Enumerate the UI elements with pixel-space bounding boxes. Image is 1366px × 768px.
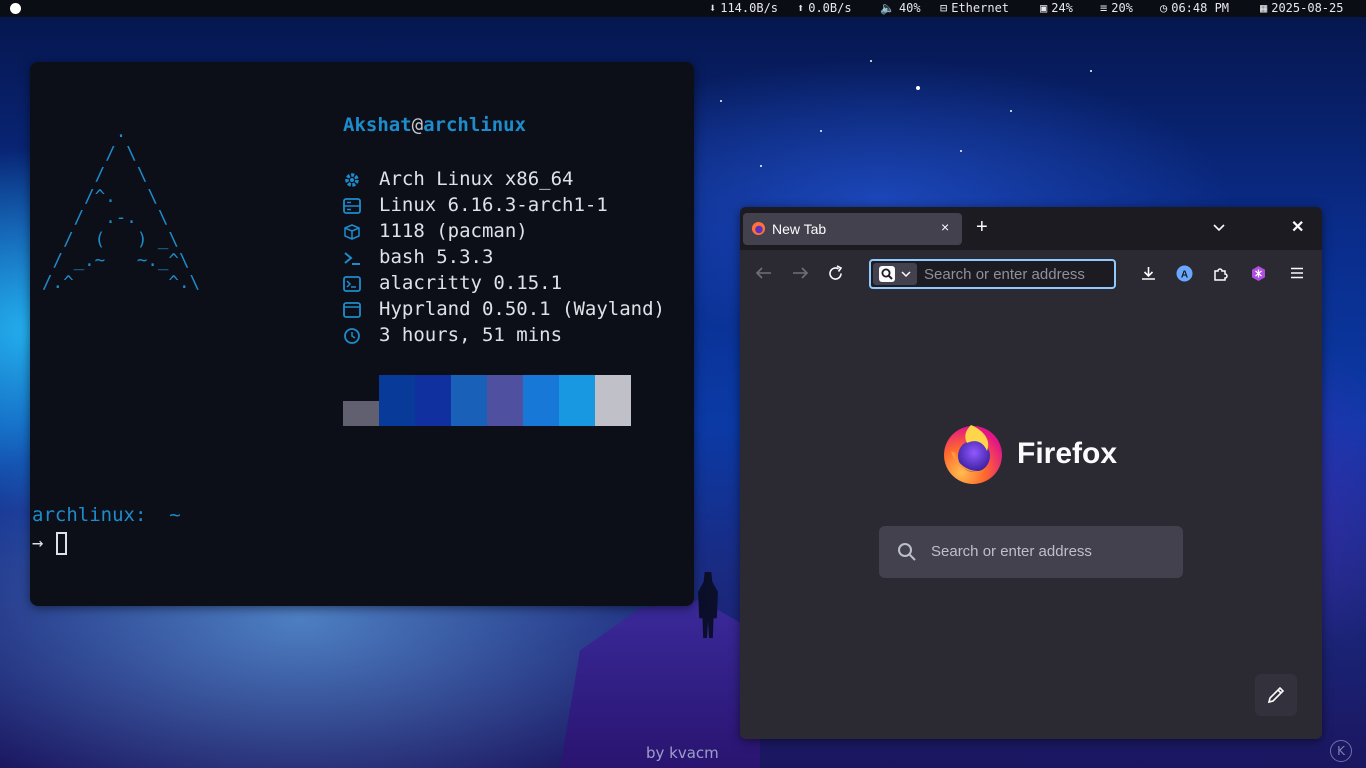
palette-swatch — [523, 375, 559, 426]
ethernet-icon: ⊟ — [940, 1, 948, 15]
cpu-icon: ▣ — [1040, 1, 1048, 15]
chevron-down-icon[interactable] — [1212, 221, 1226, 235]
palette-swatch — [595, 375, 631, 426]
memory-icon: ≡ — [1100, 1, 1108, 15]
gear-icon — [345, 173, 359, 187]
prompt-arrow: → — [32, 532, 44, 554]
extensions-puzzle-icon[interactable] — [1212, 265, 1229, 282]
firefox-logo-icon — [944, 425, 1002, 484]
palette-swatch — [415, 375, 451, 426]
account-avatar-icon[interactable]: A — [1176, 265, 1193, 282]
download-icon[interactable] — [1140, 265, 1157, 282]
back-arrow-icon[interactable] — [755, 265, 773, 281]
hamburger-menu-icon[interactable] — [1289, 265, 1305, 281]
chevron-down-icon — [901, 271, 911, 278]
svg-text:A: A — [1181, 270, 1188, 281]
upload-icon: ⬆ — [797, 1, 805, 15]
clock[interactable]: ◷ 06:48 PM — [1160, 0, 1229, 17]
search-icon — [898, 543, 916, 561]
prompt-line: archlinux: ~ — [32, 504, 181, 526]
tab-new-tab[interactable]: New Tab × — [743, 213, 962, 245]
user-host: Akshat@archlinux — [343, 114, 527, 136]
cpu-stat: ▣ 24% — [1040, 1, 1073, 15]
url-bar[interactable]: Search or enter address — [869, 259, 1116, 289]
forward-arrow-icon[interactable] — [791, 265, 809, 281]
corner-badge: K — [1330, 740, 1352, 762]
text-cursor[interactable] — [56, 532, 67, 555]
net-down-stat: ⬇ 114.0B/s — [709, 1, 779, 15]
customize-button[interactable] — [1255, 674, 1297, 716]
terminal-window[interactable]: . / \ / \ /^. \ / .-. \ / ( ) _\ / _.~ ~… — [30, 62, 694, 606]
network-stat[interactable]: ⊟ Ethernet — [940, 0, 1009, 17]
firefox-wordmark: Firefox — [1017, 437, 1118, 470]
window-icon — [343, 302, 361, 318]
workspace-indicator[interactable] — [10, 3, 21, 14]
new-tab-button[interactable]: + — [976, 217, 988, 237]
calendar-icon: ▦ — [1260, 1, 1268, 15]
wallpaper-credit: by kvacm — [646, 744, 719, 762]
palette-swatch-dim — [343, 401, 379, 426]
window-close-button[interactable]: ✕ — [1291, 217, 1304, 237]
pencil-icon — [1267, 686, 1285, 704]
date[interactable]: ▦ 2025-08-25 — [1260, 0, 1343, 17]
memory-stat: ≡ 20% — [1100, 1, 1133, 15]
reload-icon[interactable] — [827, 265, 844, 282]
cliff — [560, 600, 760, 768]
firefox-favicon-icon — [751, 221, 766, 236]
tab-close-icon[interactable]: × — [941, 219, 949, 235]
shell-icon — [344, 252, 360, 265]
download-icon: ⬇ — [709, 1, 717, 15]
palette-swatch — [487, 375, 523, 426]
clock-icon: ◷ — [1160, 1, 1168, 15]
palette-swatch — [559, 375, 595, 426]
palette-swatch — [379, 375, 415, 426]
server-icon — [343, 198, 361, 214]
top-bar: ⬇ 114.0B/s ⬆ 0.0B/s 🔈 40% ⊟ Ethernet ▣ 24% ≡ 2… — [0, 0, 1366, 17]
tab-bar: New Tab × + ✕ — [740, 207, 1322, 250]
search-engine-button[interactable] — [873, 263, 917, 285]
search-placeholder: Search or enter address — [931, 543, 1092, 560]
clock-icon — [344, 328, 360, 344]
url-placeholder: Search or enter address — [924, 266, 1085, 283]
arch-ascii-logo: . / \ / \ /^. \ / .-. \ / ( ) _\ / _.~ ~… — [42, 122, 201, 293]
palette-swatch — [451, 375, 487, 426]
newtab-search-box[interactable]: Search or enter address — [879, 526, 1183, 578]
package-icon — [344, 224, 360, 240]
extension-hex-icon[interactable] — [1250, 265, 1267, 282]
search-icon — [879, 266, 895, 282]
firefox-window[interactable]: New Tab × + ✕ A Search or enter address — [740, 207, 1322, 739]
speaker-icon: 🔈 — [880, 1, 895, 15]
volume-stat[interactable]: 🔈 40% — [880, 0, 921, 17]
terminal-icon — [343, 276, 361, 292]
net-up-stat: ⬆ 0.0B/s — [797, 1, 852, 15]
